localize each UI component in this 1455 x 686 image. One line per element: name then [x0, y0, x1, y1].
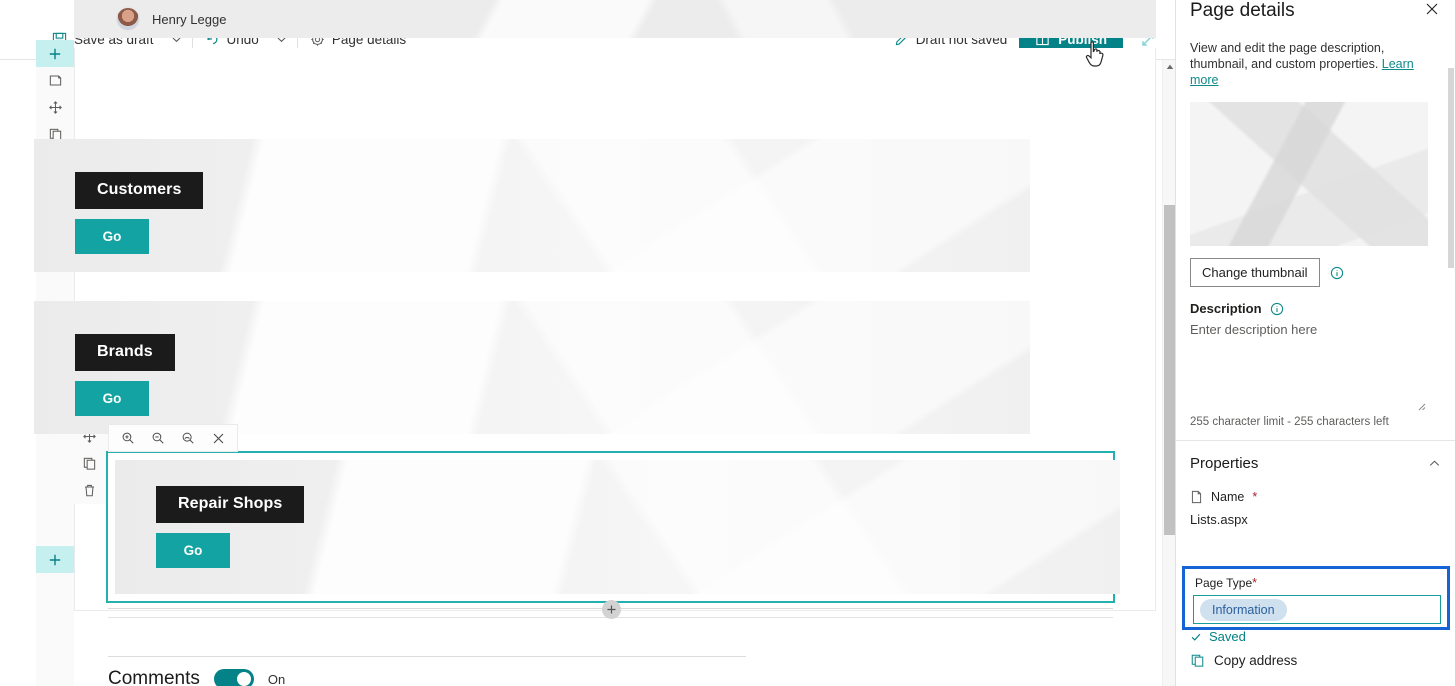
close-icon[interactable] — [1423, 0, 1441, 23]
change-thumbnail-row: Change thumbnail — [1190, 258, 1441, 287]
page-type-highlight-box: Page Type* Information — [1182, 566, 1450, 630]
name-label: Name — [1211, 490, 1245, 504]
add-section-divider — [108, 600, 1113, 619]
panel-description-text: View and edit the page description, thum… — [1190, 41, 1385, 71]
hero-banner: Brands Go — [34, 301, 1030, 434]
delete-webpart-icon[interactable] — [70, 477, 108, 504]
page-type-pill[interactable]: Information — [1200, 598, 1287, 621]
hero-section-repair-shops[interactable]: Repair Shops Go — [106, 451, 1120, 603]
comments-divider — [108, 656, 746, 657]
reset-zoom-icon[interactable] — [175, 427, 201, 449]
hero-go-button[interactable]: Go — [75, 219, 149, 254]
page-type-required-asterisk: * — [1252, 576, 1258, 590]
name-value[interactable]: Lists.aspx — [1190, 512, 1441, 527]
zoom-in-icon[interactable] — [115, 427, 141, 449]
page-type-label-row: Page Type* — [1195, 576, 1257, 590]
author-name: Henry Legge — [152, 11, 227, 27]
resize-grip-icon[interactable] — [1416, 398, 1426, 411]
comments-toggle[interactable] — [213, 669, 254, 686]
hero-title: Customers — [75, 172, 204, 209]
sharepoint-page-editor: Save as draft Undo Page details Draft no… — [0, 0, 1455, 686]
description-label: Description — [1190, 301, 1262, 316]
section-rail-bottom — [36, 546, 74, 573]
info-circle-icon[interactable] — [1270, 302, 1284, 316]
panel-header: Page details — [1176, 0, 1455, 34]
panel-scrollbar-thumb[interactable] — [1448, 68, 1454, 268]
image-zoom-toolbar — [108, 424, 238, 452]
duplicate-webpart-icon[interactable] — [70, 450, 108, 477]
hero-title: Repair Shops — [156, 486, 305, 523]
close-icon[interactable] — [205, 427, 231, 449]
toggle-knob — [236, 672, 251, 686]
properties-section-header[interactable]: Properties — [1190, 455, 1441, 472]
chevron-up-icon[interactable] — [1428, 457, 1441, 470]
properties-title: Properties — [1190, 455, 1259, 472]
sidebar-item-add-section[interactable] — [36, 40, 74, 67]
check-icon — [1190, 631, 1202, 643]
description-textarea[interactable]: Enter description here — [1190, 322, 1428, 411]
name-required-asterisk: * — [1252, 490, 1258, 504]
change-thumbnail-button[interactable]: Change thumbnail — [1190, 258, 1320, 287]
page-type-input[interactable]: Information — [1193, 595, 1441, 624]
page-author-strip: Henry Legge — [74, 0, 1156, 38]
panel-title: Page details — [1190, 0, 1295, 21]
page-thumbnail — [1190, 102, 1428, 246]
info-circle-icon[interactable] — [1330, 266, 1344, 280]
hero-banner: Repair Shops Go — [115, 460, 1120, 594]
hero-go-button[interactable]: Go — [75, 381, 149, 416]
page-details-panel: Page details View and edit the page desc… — [1175, 0, 1455, 686]
scrollbar-thumb[interactable] — [1164, 205, 1175, 535]
hero-section-brands[interactable]: Brands Go — [34, 301, 1030, 434]
hero-go-button[interactable]: Go — [156, 533, 230, 568]
canvas-scrollbar[interactable] — [1162, 60, 1175, 686]
sidebar-item-edit-section[interactable] — [36, 67, 74, 94]
copy-icon — [1190, 653, 1205, 668]
comments-label: Comments — [108, 668, 200, 686]
description-placeholder: Enter description here — [1190, 322, 1318, 337]
page-icon — [1190, 490, 1203, 504]
hero-content: Brands Go — [75, 334, 175, 416]
comments-section: Comments On — [108, 668, 285, 686]
panel-divider — [1176, 440, 1455, 441]
page-type-label: Page Type — [1195, 576, 1253, 590]
copy-address-button[interactable]: Copy address — [1190, 653, 1297, 668]
hero-content: Customers Go — [75, 172, 204, 254]
avatar — [116, 7, 140, 31]
zoom-out-icon[interactable] — [145, 427, 171, 449]
hero-title: Brands — [75, 334, 175, 371]
sidebar-item-add-section-bottom[interactable] — [36, 546, 74, 573]
saved-status: Saved — [1190, 629, 1246, 644]
sidebar-item-move-section[interactable] — [36, 94, 74, 121]
hero-banner: Customers Go — [34, 139, 1030, 272]
name-property-row: Name * — [1190, 490, 1441, 504]
hero-section-customers[interactable]: Customers Go — [34, 139, 1030, 272]
saved-label: Saved — [1209, 629, 1246, 644]
copy-address-label: Copy address — [1214, 653, 1298, 668]
hero-content: Repair Shops Go — [156, 486, 305, 568]
add-section-button[interactable] — [602, 600, 621, 619]
character-count: 255 character limit - 255 characters lef… — [1190, 416, 1389, 428]
description-label-row: Description — [1190, 301, 1441, 316]
panel-description: View and edit the page description, thum… — [1176, 34, 1455, 88]
comments-toggle-state: On — [267, 671, 286, 686]
